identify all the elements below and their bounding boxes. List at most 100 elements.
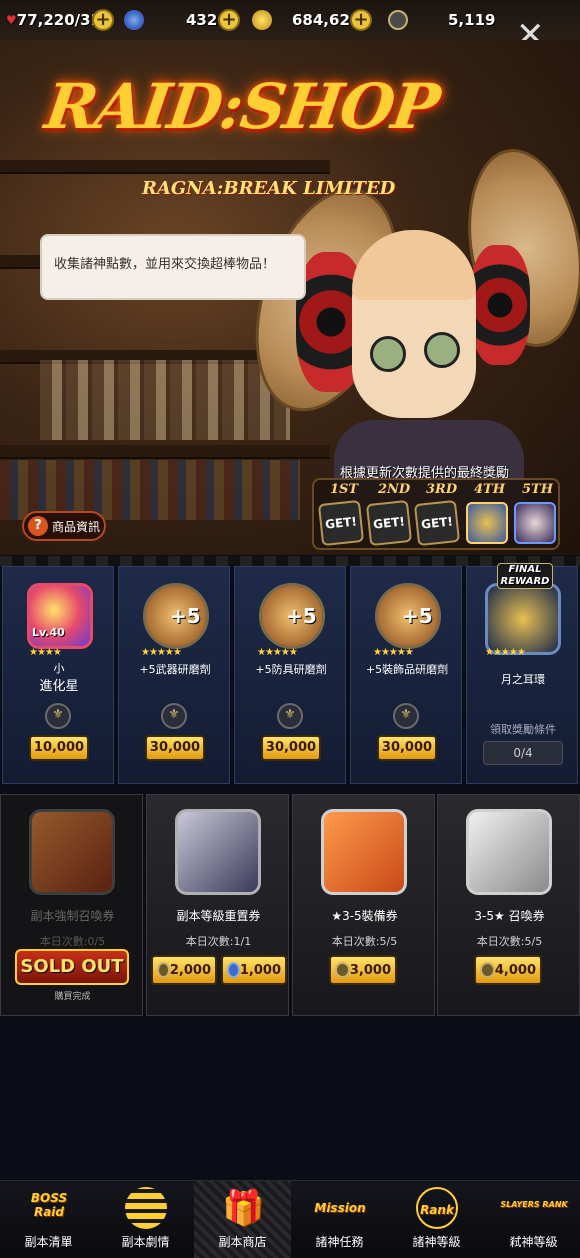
item-name: 副本強制召喚券 [30, 909, 115, 923]
shop-item-equipment-ticket[interactable]: ★3-5裝備券 本日次數:5/5 3,000 [292, 794, 435, 1016]
shop-item-forced-summon-ticket[interactable]: 副本強制召喚券 本日次數:0/5 SOLD OUT 購買完成 [0, 794, 143, 1016]
nav-slayers-rank[interactable]: SLAYERS RANK 弒神等級 [485, 1181, 580, 1258]
shop-item-armor-polish[interactable]: +5 ★★★★★ +5防具研磨劑 ⚜ 30,000 [234, 566, 346, 784]
add-gem-button[interactable]: + [218, 9, 240, 31]
item-name: +5武器研磨劑 [139, 663, 211, 676]
add-gold-button[interactable]: + [350, 9, 372, 31]
shop-item-evolution-star[interactable]: Lv.40 ★★★★ 小 進化星 ⚜ 10,000 [2, 566, 114, 784]
raid-point-icon: ⚜ [161, 703, 187, 729]
star-rating: ★★★★★ [141, 647, 182, 658]
item-name: 副本等級重置券 [176, 909, 261, 923]
price-value: 4,000 [494, 962, 536, 978]
heart-icon: ♥ [6, 13, 17, 27]
nav-label: 諸神等級 [412, 1235, 461, 1249]
reward-slot-4[interactable] [466, 502, 508, 544]
boss-raid-icon: BOSS Raid [30, 1191, 68, 1219]
raid-point-icon [388, 10, 408, 30]
reward-condition-label: 領取獎勵條件 [490, 723, 556, 736]
nav-label: 諸神任務 [315, 1235, 364, 1249]
item-info-label: 商品資訊 [52, 519, 101, 534]
item-name: 3-5★ 召喚券 [474, 909, 545, 923]
nav-rank[interactable]: Rank 諸神等級 [388, 1181, 485, 1258]
speech-text: 收集諸神點數，並用來交換超棒物品！ [54, 257, 276, 272]
divider [0, 556, 580, 566]
gem-icon [227, 962, 240, 978]
price-raid-point-button[interactable]: 3,000 [329, 955, 397, 985]
reward-condition-progress: 0/4 [483, 741, 563, 765]
raid-point-icon [157, 962, 170, 978]
shop-item-moon-earring[interactable]: FINAL REWARD ★★★★★ 月之耳環 領取獎勵條件 0/4 [466, 563, 578, 784]
nav-label: 副本清單 [24, 1235, 73, 1249]
gem-value: 432 [186, 11, 218, 29]
sold-out-note: 購買完成 [54, 992, 91, 1002]
stamina-value: 77,220 [16, 11, 75, 29]
nav-raid-list[interactable]: BOSS Raid 副本清單 [0, 1181, 97, 1258]
price-value: 1,000 [239, 962, 281, 978]
nav-raid-shop[interactable]: 🎁 副本商店 [194, 1181, 291, 1258]
price-raid-point-button[interactable]: 2,000 [151, 955, 217, 985]
story-orb-icon [125, 1187, 167, 1229]
item-name: 進化星 [39, 679, 79, 694]
reward-slot-1[interactable]: GET! [317, 499, 365, 547]
enhance-level: +5 [402, 604, 433, 628]
price-gem-button[interactable]: 1,000 [221, 955, 287, 985]
raid-point-value: 5,119 [448, 11, 496, 29]
price-value: 2,000 [169, 962, 211, 978]
nav-raid-story[interactable]: 副本劇情 [97, 1181, 194, 1258]
accessory-polish-icon: +5 [375, 583, 441, 649]
raid-point-icon: ⚜ [45, 703, 71, 729]
item-name: ★3-5裝備券 [331, 909, 398, 923]
item-info-button[interactable]: ? 商品資訊 [22, 511, 106, 541]
mission-icon: Mission [314, 1201, 366, 1215]
price-button[interactable]: 10,000 [29, 735, 89, 761]
summon-ticket-icon [29, 809, 115, 895]
question-icon: ? [28, 516, 48, 536]
level-label: Lv.40 [32, 626, 65, 639]
platinum-ticket-icon [466, 809, 552, 895]
gem-icon [124, 10, 144, 30]
equipment-ticket-icon [321, 809, 407, 895]
daily-count: 本日次數:1/1 [185, 935, 252, 948]
shop-subtitle: RAGNA:BREAK LIMITED [142, 178, 396, 199]
shop-item-weapon-polish[interactable]: +5 ★★★★★ +5武器研磨劑 ⚜ 30,000 [118, 566, 230, 784]
star-rating: ★★★★★ [485, 647, 526, 658]
speech-bubble: 收集諸神點數，並用來交換超棒物品！ [40, 234, 306, 300]
item-size-label: 小 [53, 662, 65, 675]
raid-point-icon: ⚜ [393, 703, 419, 729]
rank-icon: Rank [416, 1187, 458, 1229]
ordinal-5th: 5TH [522, 482, 554, 497]
nav-mission[interactable]: Mission 諸神任務 [291, 1181, 388, 1258]
reset-ticket-icon [175, 809, 261, 895]
ordinal-3rd: 3RD [426, 482, 458, 497]
ordinal-4th: 4TH [474, 482, 506, 497]
gold-coin-icon [252, 10, 272, 30]
price-raid-point-button[interactable]: 4,000 [474, 955, 542, 985]
item-name: +5防具研磨劑 [255, 663, 327, 676]
evolution-star-icon: Lv.40 [27, 583, 93, 649]
shop-item-summon-ticket[interactable]: 3-5★ 召喚券 本日次數:5/5 4,000 [437, 794, 580, 1016]
item-name: +5裝飾品研磨劑 [365, 663, 449, 676]
add-stamina-button[interactable]: + [92, 9, 114, 31]
star-rating: ★★★★★ [373, 647, 414, 658]
armor-polish-icon: +5 [259, 583, 325, 649]
reward-slot-2[interactable]: GET! [365, 499, 413, 547]
gift-icon: 🎁 [222, 1188, 265, 1228]
final-reward-badge: FINAL REWARD [497, 563, 553, 589]
item-name: 月之耳環 [501, 673, 545, 686]
price-button[interactable]: 30,000 [377, 735, 437, 761]
reward-slot-5[interactable] [514, 502, 556, 544]
daily-count: 本日次數:5/5 [476, 935, 543, 948]
shop-item-accessory-polish[interactable]: +5 ★★★★★ +5裝飾品研磨劑 ⚜ 30,000 [350, 566, 462, 784]
ordinal-2nd: 2ND [378, 482, 411, 497]
sold-out-badge: SOLD OUT [15, 949, 129, 985]
nav-label: 副本商店 [218, 1235, 267, 1249]
raid-point-icon [480, 962, 495, 978]
shop-item-level-reset-ticket[interactable]: 副本等級重置券 本日次數:1/1 2,000 1,000 [146, 794, 289, 1016]
reward-slot-3[interactable]: GET! [413, 499, 461, 547]
moon-earring-icon [485, 583, 561, 655]
enhance-level: +5 [170, 604, 201, 628]
price-value: 3,000 [349, 962, 391, 978]
price-button[interactable]: 30,000 [261, 735, 321, 761]
price-button[interactable]: 30,000 [145, 735, 205, 761]
bottom-nav: BOSS Raid 副本清單 副本劇情 🎁 副本商店 Mission 諸神任務 … [0, 1180, 580, 1258]
